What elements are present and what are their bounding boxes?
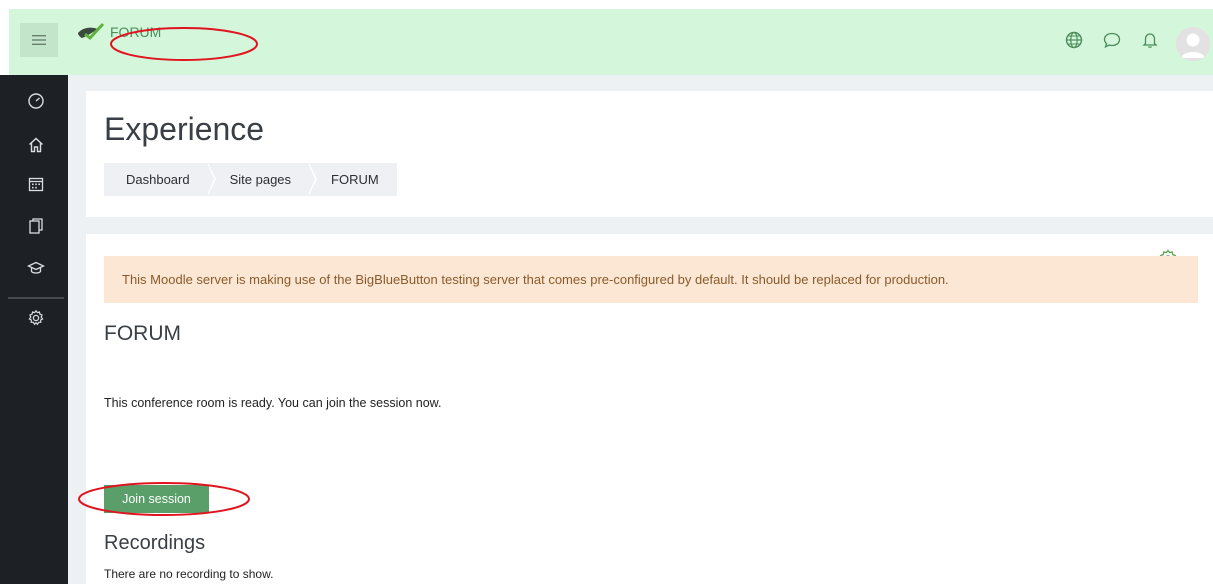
drawer-item-files[interactable]	[26, 216, 46, 236]
page-header-card	[86, 91, 1213, 217]
drawer-item-home[interactable]	[26, 135, 46, 155]
breadcrumb: Dashboard Site pages FORUM	[104, 163, 397, 196]
drawer-item-calendar[interactable]	[26, 174, 46, 194]
hamburger-button[interactable]	[20, 23, 58, 57]
home-icon	[29, 137, 43, 153]
bigbluebutton-alert: This Moodle server is making use of the …	[104, 256, 1198, 303]
top-navbar-inner	[9, 9, 1213, 75]
drawer-item-dashboard[interactable]	[26, 91, 46, 111]
settings-icon	[28, 309, 44, 326]
messages-icon	[1103, 32, 1121, 49]
user-avatar-icon	[1176, 27, 1210, 61]
page-title: Experience	[104, 111, 265, 147]
activity-title: FORUM	[104, 322, 181, 345]
breadcrumb-separator-fill	[308, 163, 316, 195]
recordings-title: Recordings	[104, 532, 206, 554]
notifications-icon	[1142, 33, 1158, 48]
drawer-item-site-administration[interactable]	[26, 308, 46, 328]
language-button[interactable]	[1064, 30, 1084, 50]
messages-button[interactable]	[1102, 30, 1122, 50]
files-icon	[29, 218, 43, 234]
recordings-empty-text: There are no recording to show.	[104, 567, 274, 581]
dashboard-icon	[28, 93, 44, 109]
breadcrumb-label: FORUM	[331, 172, 379, 187]
room-status-text: This conference room is ready. You can j…	[104, 396, 442, 410]
calendar-icon	[28, 177, 44, 192]
drawer-item-courses[interactable]	[26, 258, 46, 278]
language-icon	[1065, 31, 1083, 49]
notifications-button[interactable]	[1140, 30, 1160, 50]
breadcrumb-item-dashboard[interactable]: Dashboard	[104, 163, 216, 196]
courses-icon	[27, 261, 45, 274]
breadcrumb-label: Dashboard	[126, 172, 190, 187]
user-avatar[interactable]	[1176, 27, 1210, 61]
breadcrumb-item-site-pages[interactable]: Site pages	[207, 163, 318, 196]
breadcrumb-separator-fill	[206, 163, 214, 195]
site-brand-label[interactable]: FORUM	[110, 24, 161, 40]
nav-drawer	[0, 75, 68, 584]
hamburger-icon	[32, 35, 46, 45]
top-navbar	[0, 0, 1213, 75]
drawer-divider	[8, 297, 64, 299]
breadcrumb-label: Site pages	[229, 172, 292, 187]
join-session-button[interactable]: Join session	[104, 485, 209, 513]
logo-icon[interactable]	[76, 22, 106, 42]
breadcrumb-item-forum[interactable]: FORUM	[309, 163, 397, 196]
